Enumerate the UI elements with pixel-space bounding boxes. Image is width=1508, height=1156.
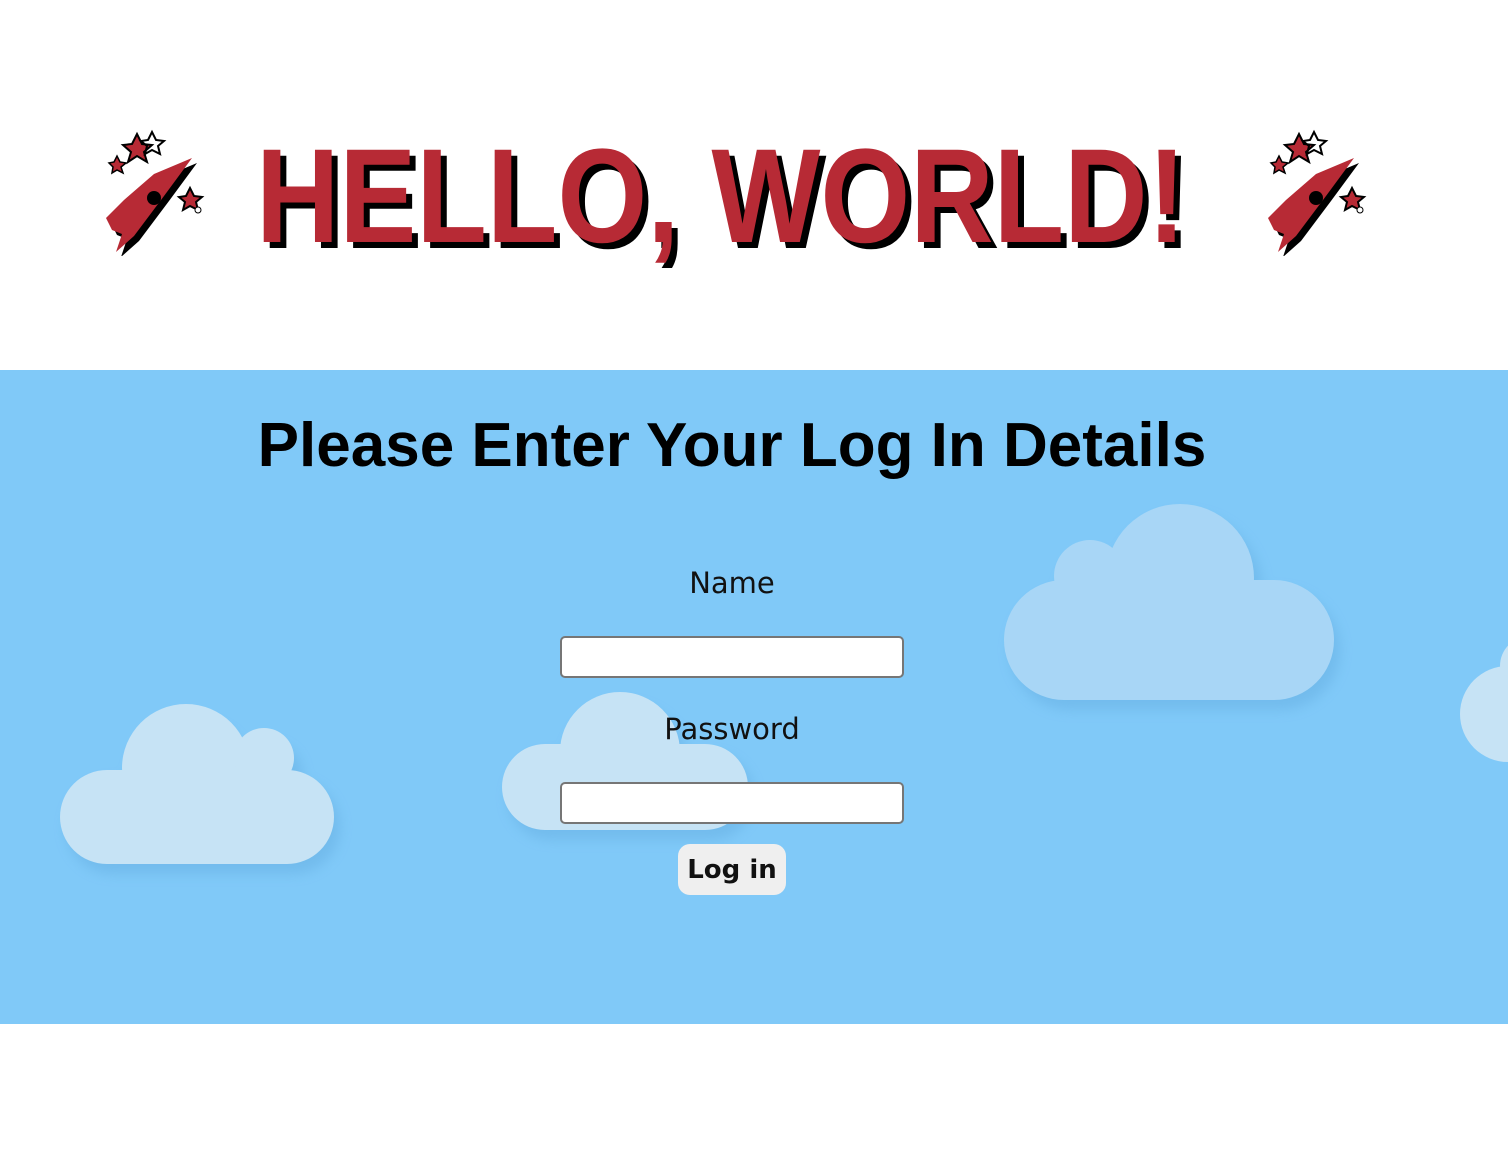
banner-title-text: HELLO, WORLD! bbox=[256, 122, 1186, 268]
rocket-icon bbox=[106, 129, 205, 256]
password-input[interactable] bbox=[560, 782, 904, 824]
header-banner: HELLO, WORLD! HELLO, WORLD! bbox=[0, 0, 1508, 370]
rocket-icon bbox=[1268, 129, 1367, 256]
page-heading: Please Enter Your Log In Details bbox=[257, 411, 1207, 480]
banner-row: HELLO, WORLD! HELLO, WORLD! bbox=[104, 118, 1384, 268]
login-section: Please Enter Your Log In Details Name Pa… bbox=[0, 370, 1508, 1024]
password-label: Password bbox=[664, 712, 800, 746]
cloud-icon bbox=[1460, 645, 1508, 762]
name-input[interactable] bbox=[560, 636, 904, 678]
name-label: Name bbox=[689, 566, 775, 600]
page: HELLO, WORLD! HELLO, WORLD! Please Enter… bbox=[0, 0, 1508, 1156]
banner-title: HELLO, WORLD! HELLO, WORLD! bbox=[256, 122, 1192, 268]
login-button[interactable]: Log in bbox=[678, 844, 786, 895]
login-form: Name Password Log in bbox=[0, 560, 1464, 895]
